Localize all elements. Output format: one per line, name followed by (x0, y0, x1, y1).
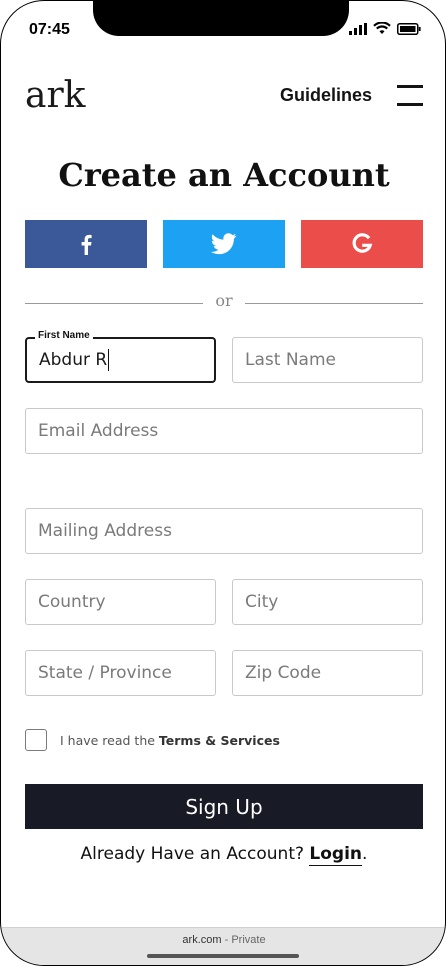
status-time: 07:45 (29, 21, 70, 38)
email-field[interactable]: Email Address (25, 408, 423, 454)
url-domain: ark.com (182, 934, 222, 946)
period: . (362, 844, 368, 864)
state-field[interactable]: State / Province (25, 650, 216, 696)
browser-bar: ark.com - Private (1, 927, 445, 965)
url-mode: - Private (221, 934, 266, 946)
state-placeholder: State / Province (38, 663, 172, 683)
first-name-field[interactable]: Abdur R (25, 337, 216, 383)
divider-or: or (215, 291, 233, 310)
page-title: Create an Account (58, 156, 390, 194)
country-placeholder: Country (38, 592, 106, 612)
facebook-icon (81, 234, 92, 255)
home-indicator[interactable] (147, 954, 299, 958)
mailing-address-field[interactable]: Mailing Address (25, 508, 423, 554)
divider-line-left (25, 303, 203, 304)
hamburger-menu-icon[interactable] (397, 85, 423, 107)
divider-line-right (245, 303, 423, 304)
country-field[interactable]: Country (25, 579, 216, 625)
city-field[interactable]: City (232, 579, 423, 625)
zip-placeholder: Zip Code (245, 663, 322, 683)
battery-icon (397, 22, 421, 35)
login-prompt: Already Have an Account? Login. (1, 844, 445, 866)
wifi-icon (373, 22, 391, 34)
text-cursor (108, 349, 110, 371)
brand-logo[interactable]: ark (25, 75, 86, 116)
terms-prefix: I have read the (60, 733, 159, 748)
notch (93, 1, 349, 36)
terms-text: I have read the Terms & Services (60, 733, 280, 748)
twitter-button[interactable] (163, 220, 285, 268)
already-text: Already Have an Account? (80, 844, 310, 864)
google-icon (352, 233, 373, 253)
status-icons (349, 22, 421, 35)
terms-link[interactable]: Terms & Services (159, 733, 280, 748)
twitter-icon (211, 233, 237, 255)
sign-up-button[interactable]: Sign Up (25, 784, 423, 829)
guidelines-link[interactable]: Guidelines (280, 85, 372, 106)
browser-url[interactable]: ark.com - Private (1, 934, 445, 946)
terms-checkbox[interactable] (25, 729, 47, 751)
first-name-value: Abdur R (39, 350, 108, 370)
phone-frame: 07:45 ark Guidelines Create an Account o… (0, 0, 446, 966)
mailing-address-placeholder: Mailing Address (38, 521, 172, 541)
zip-field[interactable]: Zip Code (232, 650, 423, 696)
last-name-field[interactable]: Last Name (232, 337, 423, 383)
email-placeholder: Email Address (38, 421, 159, 441)
login-link[interactable]: Login (309, 844, 363, 866)
facebook-button[interactable] (25, 220, 147, 268)
google-button[interactable] (301, 220, 423, 268)
signal-icon (349, 22, 367, 35)
first-name-label: First Name (35, 330, 93, 341)
last-name-placeholder: Last Name (245, 350, 336, 370)
city-placeholder: City (245, 592, 279, 612)
